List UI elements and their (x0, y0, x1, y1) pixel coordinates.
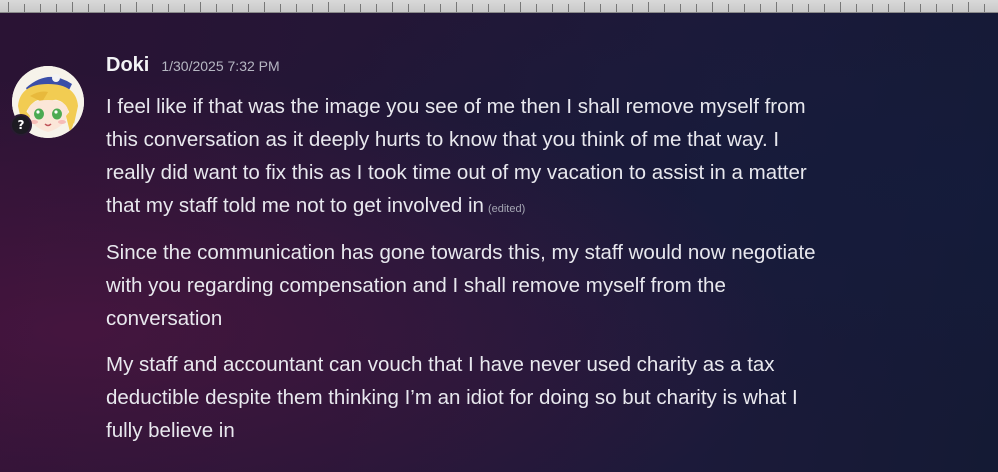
message-line: with you regarding compensation and I sh… (106, 274, 726, 297)
message-paragraph-1: I feel like if that was the image you se… (106, 90, 976, 226)
message-line: I feel like if that was the image you se… (106, 95, 806, 118)
ruler-tick (600, 4, 601, 12)
ruler-tick (632, 4, 633, 12)
ruler-tick (312, 4, 313, 12)
ruler-tick (520, 2, 521, 12)
ruler-tick (24, 4, 25, 12)
chat-message: ? Doki 1/30/2025 7:32 PM I feel like if … (0, 14, 998, 472)
ruler-tick (72, 2, 73, 12)
ruler-tick (88, 4, 89, 12)
ruler-tick (488, 4, 489, 12)
ruler-tick (920, 4, 921, 12)
message-line: that my staff told me not to get involve… (106, 189, 976, 226)
message-line: this conversation as it deeply hurts to … (106, 128, 780, 151)
ruler-tick (744, 4, 745, 12)
ruler-tick (856, 4, 857, 12)
username[interactable]: Doki (106, 54, 149, 77)
ruler-tick (808, 4, 809, 12)
ruler-tick (776, 2, 777, 12)
screenshot-frame: ? Doki 1/30/2025 7:32 PM I feel like if … (0, 0, 998, 472)
ruler-tick (648, 2, 649, 12)
ruler-tick (840, 2, 841, 12)
ruler-tick (200, 2, 201, 12)
ruler-tick (136, 2, 137, 12)
ruler-tick (584, 2, 585, 12)
ruler-tick (104, 4, 105, 12)
message-line: fully believe in (106, 419, 235, 442)
ruler-tick (392, 2, 393, 12)
ruler-tick (184, 4, 185, 12)
ruler-tick (984, 4, 985, 12)
ruler-tick (152, 4, 153, 12)
message-line: really did want to fix this as I took ti… (106, 161, 807, 184)
ruler-tick (120, 4, 121, 12)
ruler-tick (568, 4, 569, 12)
message-line: My staff and accountant can vouch that I… (106, 353, 775, 376)
message-line: conversation (106, 307, 223, 330)
ruler-tick (456, 2, 457, 12)
ruler-tick (904, 2, 905, 12)
message-paragraph-3: My staff and accountant can vouch that I… (106, 348, 976, 447)
ruler-tick (424, 4, 425, 12)
ruler-tick (792, 4, 793, 12)
ruler-tick (712, 2, 713, 12)
message-line-text: that my staff told me not to get involve… (106, 194, 484, 217)
message-header: Doki 1/30/2025 7:32 PM (106, 54, 280, 84)
message-line: deductible despite them thinking I’m an … (106, 386, 798, 409)
timestamp[interactable]: 1/30/2025 7:32 PM (161, 58, 279, 74)
ruler-tick (536, 4, 537, 12)
ruler-tick (616, 4, 617, 12)
ruler-tick (344, 4, 345, 12)
message-paragraph-2: Since the communication has gone towards… (106, 236, 976, 335)
ruler-tick (232, 4, 233, 12)
ruler-tick (472, 4, 473, 12)
question-badge-icon: ? (10, 114, 32, 136)
ruler-tick (504, 4, 505, 12)
ruler-tick (952, 4, 953, 12)
ruler-tick (360, 4, 361, 12)
ruler-tick (440, 4, 441, 12)
ruler-tick (664, 4, 665, 12)
ruler-tick (56, 4, 57, 12)
ruler-tick (696, 4, 697, 12)
ruler-tick (728, 4, 729, 12)
ruler-tick (872, 4, 873, 12)
ruler-tick (760, 4, 761, 12)
top-ruler (0, 0, 998, 13)
ruler-tick (888, 4, 889, 12)
edited-label: (edited) (487, 203, 526, 215)
ruler-tick (168, 4, 169, 12)
message-line: Since the communication has gone towards… (106, 241, 816, 264)
ruler-tick (408, 4, 409, 12)
ruler-tick (216, 4, 217, 12)
ruler-tick (248, 4, 249, 12)
ruler-tick (376, 4, 377, 12)
ruler-tick (8, 2, 9, 12)
ruler-tick (264, 2, 265, 12)
ruler-tick (968, 2, 969, 12)
ruler-tick (280, 4, 281, 12)
ruler-tick (824, 4, 825, 12)
ruler-tick (552, 4, 553, 12)
ruler-tick (328, 2, 329, 12)
ruler-tick (936, 4, 937, 12)
ruler-tick (40, 4, 41, 12)
ruler-tick (296, 4, 297, 12)
ruler-tick (680, 4, 681, 12)
